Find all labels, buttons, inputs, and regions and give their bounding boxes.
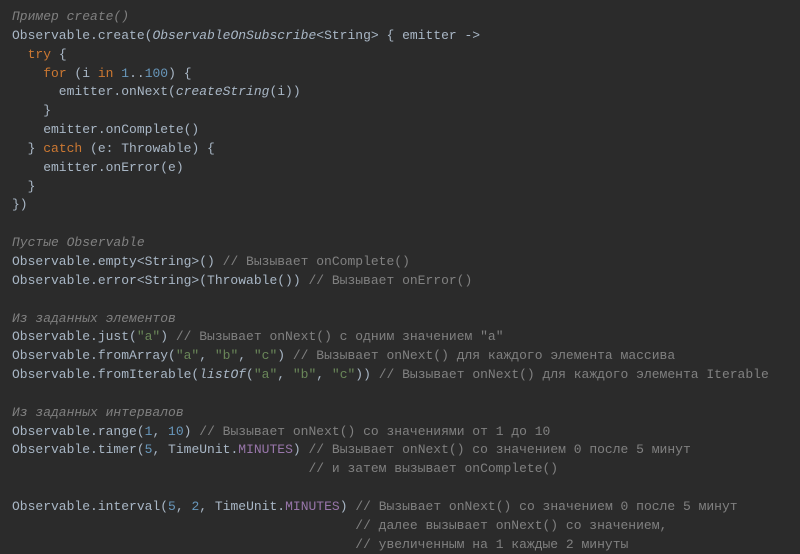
code-line: try {: [12, 47, 67, 62]
code-line: emitter.onNext(createString(i)): [12, 84, 301, 99]
code-line: Observable.fromIterable(listOf("a", "b",…: [12, 367, 769, 382]
code-line: Observable.range(1, 10) // Вызывает onNe…: [12, 424, 550, 439]
code-line: for (i in 1..100) {: [12, 66, 192, 81]
code-line: }: [12, 179, 35, 194]
code-line: Observable.interval(5, 2, TimeUnit.MINUT…: [12, 499, 738, 514]
code-block: Пример create() Observable.create(Observ…: [12, 8, 788, 554]
code-line: // и затем вызывает onComplete(): [12, 461, 558, 476]
code-line: }: [12, 103, 51, 118]
code-line: Observable.empty<String>() // Вызывает o…: [12, 254, 410, 269]
code-line: }): [12, 197, 28, 212]
code-line: emitter.onError(e): [12, 160, 184, 175]
section-title: Из заданных интервалов: [12, 405, 184, 420]
section-title: Из заданных элементов: [12, 311, 176, 326]
code-line: } catch (e: Throwable) {: [12, 141, 215, 156]
code-line: Observable.create(ObservableOnSubscribe<…: [12, 28, 480, 43]
code-line: Observable.just("a") // Вызывает onNext(…: [12, 329, 504, 344]
code-line: // увеличенным на 1 каждые 2 минуты: [12, 537, 628, 552]
code-line: emitter.onComplete(): [12, 122, 199, 137]
section-title: Пример create(): [12, 9, 129, 24]
section-title: Пустые Observable: [12, 235, 145, 250]
code-line: // далее вызывает onNext() со значением,: [12, 518, 667, 533]
code-line: Observable.timer(5, TimeUnit.MINUTES) //…: [12, 442, 691, 457]
code-line: Observable.error<String>(Throwable()) //…: [12, 273, 472, 288]
code-line: Observable.fromArray("a", "b", "c") // В…: [12, 348, 675, 363]
